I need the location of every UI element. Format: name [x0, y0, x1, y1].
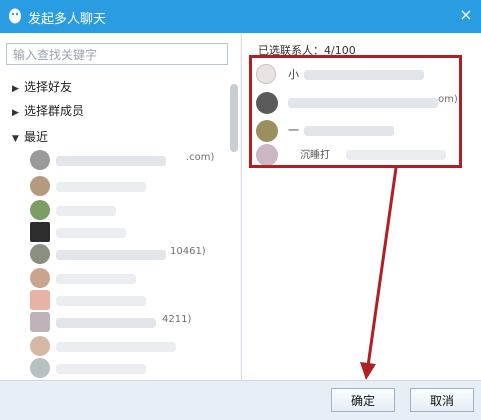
multi-chat-dialog: 发起多人聊天 × ▶ 选择好友 ▶ 选择群成员 ▼ 最近 .com) — [0, 0, 481, 420]
title-bar[interactable]: 发起多人聊天 × — [0, 0, 481, 33]
avatar — [30, 312, 50, 332]
dialog-footer: 确定 取消 — [0, 380, 481, 420]
scrollbar-thumb[interactable] — [230, 84, 238, 152]
group-label: 选择好友 — [24, 80, 73, 94]
group-label: 最近 — [24, 130, 49, 144]
chevron-right-icon: ▶ — [12, 84, 19, 94]
search-box[interactable] — [6, 43, 228, 65]
penguin-icon — [9, 8, 21, 24]
list-item[interactable] — [26, 174, 226, 200]
cancel-button[interactable]: 取消 — [410, 388, 474, 412]
search-input[interactable] — [7, 45, 227, 65]
selected-contacts-pane: 已选联系人：4/100 小 om) 一 沉睡打 — [241, 34, 481, 380]
close-icon: × — [459, 5, 473, 24]
annotation-highlight-box — [249, 55, 462, 168]
avatar — [30, 150, 50, 170]
chevron-down-icon: ▼ — [12, 134, 19, 144]
avatar — [30, 176, 50, 196]
close-button[interactable]: × — [457, 6, 475, 24]
group-recent[interactable]: ▼ 最近 — [12, 128, 48, 146]
avatar — [30, 290, 50, 310]
contact-text: 10461) — [170, 246, 206, 257]
contact-picker-pane: ▶ 选择好友 ▶ 选择群成员 ▼ 最近 .com) 10461) — [0, 34, 240, 380]
list-item[interactable]: 4211) — [26, 310, 226, 336]
window-title: 发起多人聊天 — [28, 12, 107, 27]
avatar — [30, 336, 50, 356]
avatar — [30, 200, 50, 220]
contact-text: .com) — [186, 152, 215, 163]
ok-button[interactable]: 确定 — [331, 388, 395, 412]
contact-text: 4211) — [162, 314, 192, 325]
group-select-group-members[interactable]: ▶ 选择群成员 — [12, 102, 84, 120]
avatar — [30, 268, 50, 288]
chevron-right-icon: ▶ — [12, 108, 19, 118]
list-item[interactable]: 10461) — [26, 242, 226, 268]
avatar — [30, 358, 50, 378]
avatar — [30, 244, 50, 264]
list-item[interactable]: .com) — [26, 148, 226, 174]
avatar — [30, 222, 50, 242]
group-label: 选择群成员 — [24, 104, 85, 118]
group-select-friends[interactable]: ▶ 选择好友 — [12, 78, 72, 96]
list-item[interactable] — [26, 356, 226, 380]
